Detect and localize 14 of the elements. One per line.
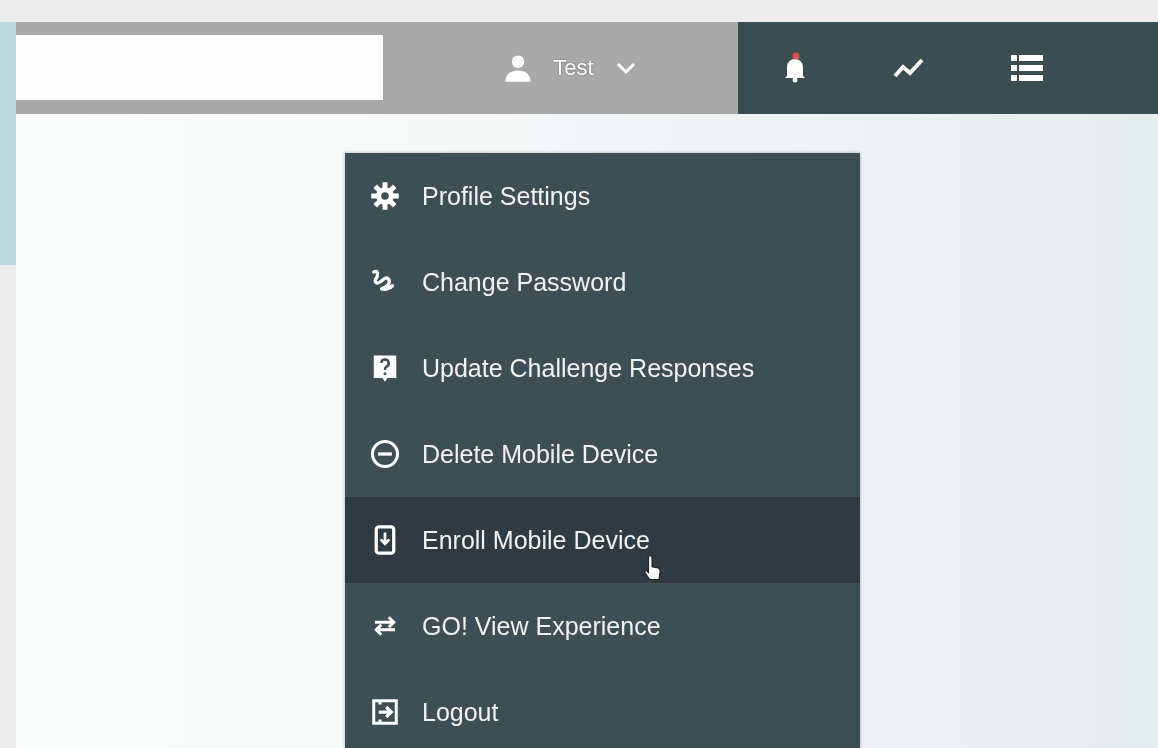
search-field[interactable] — [16, 35, 383, 100]
minus-circle-icon — [370, 439, 400, 469]
menu-item[interactable]: Profile Settings — [345, 153, 860, 239]
sign-in-icon — [370, 697, 400, 727]
list-icon — [1011, 55, 1043, 81]
menu-item[interactable]: Update Challenge Responses — [345, 325, 860, 411]
menu-item[interactable]: Enroll Mobile Device — [345, 497, 860, 583]
line-chart-icon — [893, 56, 925, 80]
menu-item[interactable]: Change Password — [345, 239, 860, 325]
menu-item[interactable]: GO! View Experience — [345, 583, 860, 669]
hand-cursor-icon — [642, 555, 662, 583]
gear-icon — [370, 181, 400, 211]
menu-item[interactable]: Logout — [345, 669, 860, 748]
menu-item[interactable]: Delete Mobile Device — [345, 411, 860, 497]
